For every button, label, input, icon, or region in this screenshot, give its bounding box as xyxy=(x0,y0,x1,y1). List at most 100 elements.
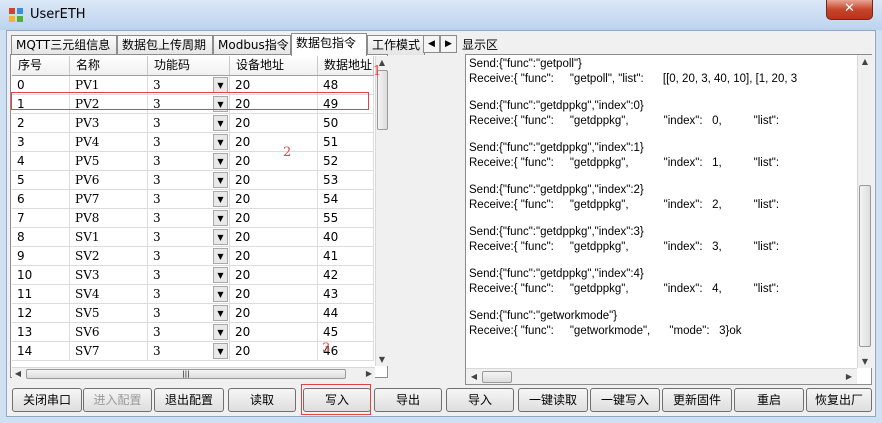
dropdown-arrow-icon[interactable]: ▼ xyxy=(213,267,228,283)
cell-data-address[interactable]: 54 xyxy=(318,190,374,208)
cell-function-code[interactable]: 3 ▼ xyxy=(148,171,230,189)
export-button[interactable]: 导出 xyxy=(374,388,442,412)
cell-device-address[interactable]: 20 xyxy=(230,190,318,208)
factory-reset-button[interactable]: 恢复出厂 xyxy=(806,388,872,412)
cell-data-address[interactable]: 53 xyxy=(318,171,374,189)
cell-index[interactable]: 2 xyxy=(12,114,70,132)
cell-function-code[interactable]: 3 ▼ xyxy=(148,114,230,132)
cell-function-code[interactable]: 3 ▼ xyxy=(148,304,230,322)
update-firmware-button[interactable]: 更新固件 xyxy=(662,388,732,412)
cell-name[interactable]: SV7 xyxy=(70,342,148,360)
cell-index[interactable]: 0 xyxy=(12,76,70,94)
cell-data-address[interactable]: 48 xyxy=(318,76,374,94)
cell-name[interactable]: PV7 xyxy=(70,190,148,208)
cell-device-address[interactable]: 20 xyxy=(230,76,318,94)
dropdown-arrow-icon[interactable]: ▼ xyxy=(213,96,228,112)
cell-device-address[interactable]: 20 xyxy=(230,171,318,189)
cell-index[interactable]: 10 xyxy=(12,266,70,284)
cell-data-address[interactable]: 45 xyxy=(318,323,374,341)
cell-index[interactable]: 4 xyxy=(12,152,70,170)
cell-function-code[interactable]: 3 ▼ xyxy=(148,266,230,284)
table-row[interactable]: 3 PV4 3 ▼ 20 51 xyxy=(12,133,374,152)
table-row[interactable]: 7 PV8 3 ▼ 20 55 xyxy=(12,209,374,228)
cell-index[interactable]: 5 xyxy=(12,171,70,189)
close-port-button[interactable]: 关闭串口 xyxy=(12,388,82,412)
table-row[interactable]: 10 SV3 3 ▼ 20 42 xyxy=(12,266,374,285)
table-row[interactable]: 14 SV7 3 ▼ 20 46 xyxy=(12,342,374,361)
cell-device-address[interactable]: 20 xyxy=(230,95,318,113)
dropdown-arrow-icon[interactable]: ▼ xyxy=(213,305,228,321)
cell-name[interactable]: PV2 xyxy=(70,95,148,113)
cell-data-address[interactable]: 51 xyxy=(318,133,374,151)
cell-name[interactable]: PV1 xyxy=(70,76,148,94)
log-hscroll-thumb[interactable] xyxy=(482,371,512,383)
cell-index[interactable]: 14 xyxy=(12,342,70,360)
table-row[interactable]: 0 PV1 3 ▼ 20 48 xyxy=(12,76,374,95)
tab-scroll-right-icon[interactable]: ▶ xyxy=(440,35,457,53)
table-row[interactable]: 6 PV7 3 ▼ 20 54 xyxy=(12,190,374,209)
column-header-data-address[interactable]: 数据地址 xyxy=(318,56,374,75)
cell-name[interactable]: PV3 xyxy=(70,114,148,132)
tab-packet-command[interactable]: 数据包指令 xyxy=(291,33,367,56)
table-row[interactable]: 8 SV1 3 ▼ 20 40 xyxy=(12,228,374,247)
cell-device-address[interactable]: 20 xyxy=(230,152,318,170)
table-row[interactable]: 1 PV2 3 ▼ 20 49 xyxy=(12,95,374,114)
log-scroll-up-icon[interactable]: ▲ xyxy=(858,55,872,68)
cell-device-address[interactable]: 20 xyxy=(230,304,318,322)
cell-function-code[interactable]: 3 ▼ xyxy=(148,247,230,265)
grid-scroll-thumb[interactable] xyxy=(377,70,388,130)
one-click-write-button[interactable]: 一键写入 xyxy=(590,388,660,412)
cell-data-address[interactable]: 44 xyxy=(318,304,374,322)
table-row[interactable]: 11 SV4 3 ▼ 20 43 xyxy=(12,285,374,304)
log-horizontal-scrollbar[interactable]: ◀ ▶ xyxy=(466,368,857,384)
cell-index[interactable]: 13 xyxy=(12,323,70,341)
cell-device-address[interactable]: 20 xyxy=(230,209,318,227)
write-button[interactable]: 写入 xyxy=(303,388,371,412)
read-button[interactable]: 读取 xyxy=(228,388,296,412)
cell-function-code[interactable]: 3 ▼ xyxy=(148,342,230,360)
column-header-device-address[interactable]: 设备地址 xyxy=(230,56,318,75)
dropdown-arrow-icon[interactable]: ▼ xyxy=(213,343,228,359)
cell-index[interactable]: 9 xyxy=(12,247,70,265)
cell-data-address[interactable]: 49 xyxy=(318,95,374,113)
scroll-right-icon[interactable]: ▶ xyxy=(363,368,375,380)
dropdown-arrow-icon[interactable]: ▼ xyxy=(213,210,228,226)
cell-data-address[interactable]: 41 xyxy=(318,247,374,265)
cell-name[interactable]: PV6 xyxy=(70,171,148,189)
dropdown-arrow-icon[interactable]: ▼ xyxy=(213,191,228,207)
column-header-name[interactable]: 名称 xyxy=(70,56,148,75)
log-text[interactable]: Send:{"func":"getpoll"} Receive:{ "func":… xyxy=(469,57,857,367)
cell-index[interactable]: 11 xyxy=(12,285,70,303)
log-scroll-left-icon[interactable]: ◀ xyxy=(468,371,480,383)
close-window-button[interactable]: ✕ xyxy=(826,0,873,20)
cell-index[interactable]: 7 xyxy=(12,209,70,227)
cell-data-address[interactable]: 55 xyxy=(318,209,374,227)
cell-index[interactable]: 12 xyxy=(12,304,70,322)
cell-name[interactable]: SV1 xyxy=(70,228,148,246)
grid-vertical-scrollbar[interactable]: ▲ ▼ xyxy=(375,56,388,366)
restart-button[interactable]: 重启 xyxy=(734,388,804,412)
cell-device-address[interactable]: 20 xyxy=(230,323,318,341)
tab-upload-period[interactable]: 数据包上传周期 xyxy=(117,35,213,55)
table-row[interactable]: 4 PV5 3 ▼ 20 52 xyxy=(12,152,374,171)
cell-data-address[interactable]: 42 xyxy=(318,266,374,284)
cell-function-code[interactable]: 3 ▼ xyxy=(148,190,230,208)
cell-data-address[interactable]: 43 xyxy=(318,285,374,303)
one-click-read-button[interactable]: 一键读取 xyxy=(518,388,588,412)
cell-device-address[interactable]: 20 xyxy=(230,133,318,151)
cell-function-code[interactable]: 3 ▼ xyxy=(148,76,230,94)
cell-name[interactable]: SV5 xyxy=(70,304,148,322)
table-row[interactable]: 5 PV6 3 ▼ 20 53 xyxy=(12,171,374,190)
grid-hscroll-thumb[interactable]: ||| xyxy=(26,369,346,379)
cell-device-address[interactable]: 20 xyxy=(230,247,318,265)
table-row[interactable]: 2 PV3 3 ▼ 20 50 xyxy=(12,114,374,133)
log-scroll-thumb[interactable] xyxy=(859,185,871,347)
cell-name[interactable]: PV4 xyxy=(70,133,148,151)
cell-index[interactable]: 6 xyxy=(12,190,70,208)
cell-device-address[interactable]: 20 xyxy=(230,342,318,360)
cell-data-address[interactable]: 40 xyxy=(318,228,374,246)
cell-name[interactable]: PV8 xyxy=(70,209,148,227)
dropdown-arrow-icon[interactable]: ▼ xyxy=(213,134,228,150)
dropdown-arrow-icon[interactable]: ▼ xyxy=(213,77,228,93)
cell-index[interactable]: 8 xyxy=(12,228,70,246)
